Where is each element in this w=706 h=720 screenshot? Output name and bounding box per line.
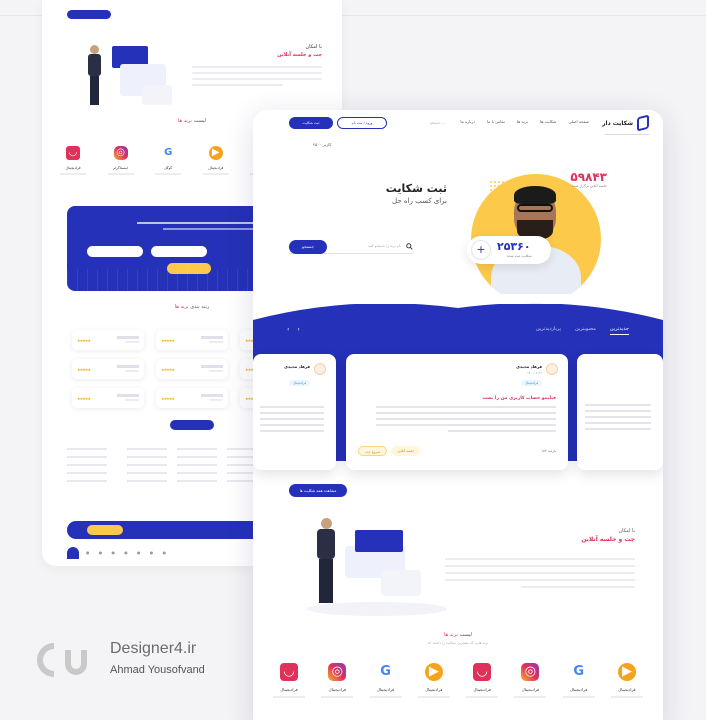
google-icon: G [573, 664, 585, 679]
logo-icon [637, 114, 649, 132]
tab-popular[interactable]: محبوبترین [575, 326, 596, 335]
newsletter-input[interactable] [151, 246, 207, 257]
social-icons[interactable]: ● ● ● ● ● ● ● [86, 550, 206, 556]
menu-item[interactable]: درباره ما [460, 119, 475, 124]
users-stat: ۲۵۰۰ کاربر [313, 142, 332, 147]
instagram-icon: ◎ [113, 146, 128, 160]
hero-heading: ثبت شکایت برای کسب راه حل [385, 182, 447, 205]
watermark-author: Ahmad Yousofvand [110, 664, 205, 676]
review-card[interactable]: ★★★★★ [156, 330, 228, 350]
star-icon: ★★★★★ [77, 396, 91, 401]
main-menu: صفحه اصلی شکایت ها برند ها تماس با ما در… [460, 119, 589, 124]
designer-logo-icon [37, 643, 87, 677]
review-card[interactable]: ★★★★★ [72, 359, 144, 379]
menu-item[interactable]: صفحه اصلی [568, 119, 589, 124]
brands-title: لیست برند ها [444, 632, 472, 638]
login-button[interactable]: ورود / ثبت نام [337, 117, 387, 129]
review-card[interactable]: ★★★★★ [72, 330, 144, 350]
star-icon: ★★★★★ [161, 338, 175, 343]
search-icon [406, 243, 413, 250]
complaints-tabs: جدیدترین محبوبترین پربازدیدترین [536, 326, 629, 335]
band-wave [253, 294, 663, 320]
brand-red-icon: ◡ [66, 146, 80, 160]
plus-icon[interactable]: + [471, 240, 491, 260]
footer-cta-button[interactable] [87, 525, 123, 535]
google-icon: G [164, 147, 173, 158]
play-icon: ▶ [424, 663, 443, 681]
brand-item[interactable]: ◡فرادیجیتال [267, 663, 311, 698]
start-chat-button[interactable]: شروع چت [358, 446, 388, 456]
star-icon: ★★★★★ [77, 367, 91, 372]
chat-illustration [297, 518, 447, 618]
left-illustration [72, 40, 202, 115]
hero-search-input[interactable]: نام برند را جستجو کنید [368, 244, 401, 248]
menu-item[interactable]: شکایت ها [540, 119, 556, 124]
brand-item[interactable]: ◎ فرادیجیتال [315, 663, 359, 698]
left-hero-paragraph [192, 66, 322, 90]
brand-red-icon: ◡ [280, 663, 298, 681]
brand-item[interactable]: ▶ فرادیجیتال [412, 663, 456, 698]
site-logo[interactable]: شکایت دار [602, 114, 649, 132]
brand-item[interactable]: ◎اینستاگرام [104, 140, 138, 175]
left-hero-heading: با امکان چت و جلسه آنلاین [277, 44, 322, 58]
brand-item[interactable]: ◎ فرادیجیتال [508, 663, 552, 698]
brand-item[interactable]: G گوگل [151, 140, 185, 175]
watermark-site: Designer4.ir [110, 640, 197, 657]
watermark: Designer4.ir Ahmad Yousofvand [36, 640, 266, 684]
right-mockup-page: شکایت دار صفحه اصلی شکایت ها برند ها تما… [253, 110, 663, 720]
view-count: ۱۸۲ بازدید [541, 449, 556, 453]
scroll-top-button[interactable] [67, 547, 79, 559]
brand-item[interactable]: ▶ فرادیجیتال [605, 663, 649, 698]
complaint-title[interactable]: فیلیمو حساب کاربری من را بست [482, 396, 556, 401]
brand-red-icon: ◡ [473, 663, 492, 681]
brands-row: ◡ فرادیجیتال ◎ فرادیجیتال G فرادیجیتال ▶ فرا… [267, 663, 649, 698]
complaint-card[interactable]: فرهاد مجیدی ۱۴۰۰/۰۲/۱۶ فرادیجیتال فیلیمو… [346, 354, 568, 470]
category-tag: فرادیجیتال [289, 380, 310, 386]
instagram-icon: ◎ [328, 663, 347, 681]
brands-subtitle: برند هایی که بیشترین شکایت را داشته اند [427, 641, 489, 645]
online-meeting-button[interactable]: جلسه آنلاین [391, 446, 421, 456]
review-card[interactable]: ★★★★★ [72, 388, 144, 408]
play-icon: ▶ [617, 663, 636, 681]
category-tag: فرادیجیتال [521, 380, 542, 386]
star-icon: ★★★★★ [161, 396, 175, 401]
submit-complaint-button[interactable]: ثبت شکایت [289, 117, 333, 129]
review-card[interactable]: ★★★★★ [156, 388, 228, 408]
brand-item[interactable]: ▶ فرادیجیتال [199, 140, 233, 175]
meetings-stat: ۵۹۸۴۳ جلسه آنلاین برگزار شده [570, 170, 607, 188]
menu-item[interactable]: تماس با ما [487, 119, 505, 124]
carousel-arrows[interactable]: ‹› [287, 326, 308, 333]
chat-section-paragraph [445, 558, 635, 593]
menu-item[interactable]: برند ها [517, 119, 528, 124]
top-navbar: شکایت دار صفحه اصلی شکایت ها برند ها تما… [253, 110, 663, 138]
hero-search-button[interactable]: جستجو [289, 240, 327, 254]
google-icon: G [380, 664, 391, 679]
brand-item[interactable]: ◡فرادیجیتال [56, 140, 90, 175]
newsletter-input[interactable] [87, 246, 143, 257]
complaints-stat-badge: + ۲۵۳۶۰ شکایت ثبت شده [467, 236, 551, 264]
brand-item[interactable]: ◡فرادیجیتال [460, 663, 504, 698]
tab-newest[interactable]: جدیدترین [609, 326, 629, 335]
avatar [314, 363, 326, 375]
view-all-complaints-button[interactable]: مشاهده همه شکایت ها [289, 484, 347, 497]
left-reviews-more-button[interactable] [170, 420, 214, 430]
chat-section-heading: با امکان چت و جلسه آنلاین [581, 528, 635, 543]
review-card[interactable]: ★★★★★ [156, 359, 228, 379]
tab-most-viewed[interactable]: پربازدیدترین [536, 326, 561, 335]
complaint-body [376, 406, 556, 436]
star-icon: ★★★★★ [77, 338, 91, 343]
brand-item[interactable]: G فرادیجیتال [557, 663, 601, 698]
person-illustration [86, 45, 104, 107]
complaint-card[interactable]: فرهاد مجیدی فرادیجیتال [253, 354, 336, 470]
instagram-icon: ◎ [521, 663, 540, 681]
avatar [546, 363, 558, 375]
left-top-button[interactable] [67, 10, 111, 19]
play-icon: ▶ [208, 146, 223, 160]
complaint-card[interactable] [577, 354, 663, 470]
newsletter-text [137, 222, 267, 230]
star-icon: ★★★★★ [161, 367, 175, 372]
hero-search-bar[interactable]: جستجو نام برند را جستجو کنید [289, 240, 413, 254]
brand-item[interactable]: G فرادیجیتال [364, 663, 408, 698]
